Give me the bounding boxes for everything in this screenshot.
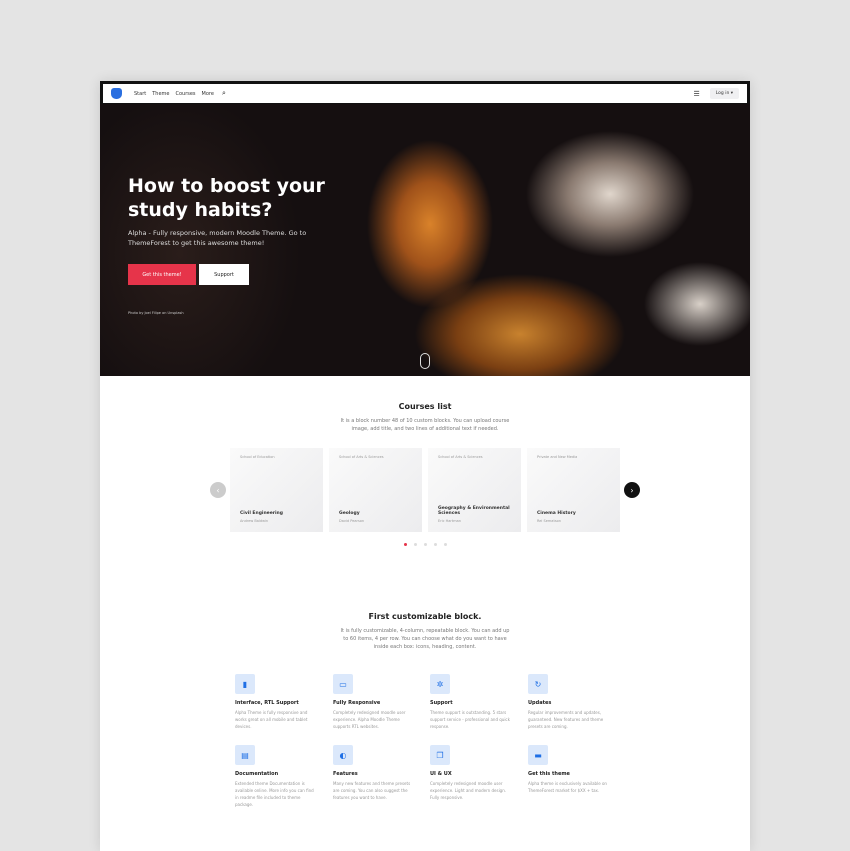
course-category: Private and New Media — [537, 455, 578, 459]
course-card[interactable]: School of Arts & Sciences Geography & Env… — [428, 448, 521, 532]
feature-item: ↻ Updates Regular improvements and updates… — [528, 674, 608, 730]
course-title[interactable]: Civil Engineering — [240, 511, 315, 516]
support-button[interactable]: Support — [199, 264, 249, 285]
feature-title: Documentation — [235, 771, 279, 777]
mobile-icon: ▮ — [235, 674, 255, 694]
feature-item: ▭ Fully Responsive Completely redesigned m… — [333, 674, 413, 730]
feature-text: Many new features and theme presets are … — [333, 781, 411, 800]
hero-subtitle: Alpha - Fully responsive, modern Moodle … — [128, 229, 307, 247]
get-theme-button[interactable]: Get this theme! — [128, 264, 196, 285]
course-title[interactable]: Geology — [339, 511, 414, 516]
feature-title: Get this theme — [528, 771, 570, 777]
feature-item: ✲ Support Theme support is outstanding. 5 … — [430, 674, 510, 730]
pagination-dot[interactable] — [414, 543, 417, 546]
feature-text: Completely redesigned moodle user experi… — [430, 781, 507, 800]
feature-title: Fully Responsive — [333, 700, 381, 706]
course-card[interactable]: School of Arts & Sciences Geology David Pe… — [329, 448, 422, 532]
feature-text: Regular improvements and updates, guaran… — [528, 710, 604, 729]
feature-item: ▮ Interface, RTL Support Alpha Theme is fu… — [235, 674, 315, 730]
course-card[interactable]: Private and New Media Cinema History Rei S… — [527, 448, 620, 532]
scroll-indicator-icon[interactable] — [420, 353, 430, 369]
layers-icon: ❐ — [430, 745, 450, 765]
nav-start[interactable]: Start — [134, 91, 146, 97]
nav-more[interactable]: More — [202, 91, 214, 97]
browser-frame: Start Theme Courses More ⌕ ☰ Log in ▾ Ho… — [100, 81, 750, 851]
course-author: Andrew Baldwin — [240, 519, 269, 523]
feature-text: Alpha Theme is fully responsive and work… — [235, 710, 308, 729]
pagination-dot[interactable] — [434, 543, 437, 546]
course-category: School of Education — [240, 455, 275, 459]
list-icon[interactable]: ☰ — [693, 90, 699, 98]
pagination-dot[interactable] — [404, 543, 407, 546]
feature-text: Completely redesigned moodle user experi… — [333, 710, 406, 729]
course-author: Eric Hartman — [438, 519, 462, 523]
logo-icon[interactable] — [111, 88, 122, 99]
nav-theme[interactable]: Theme — [152, 91, 169, 97]
block-title: First customizable block. — [368, 612, 482, 621]
shield-icon: ◐ — [333, 745, 353, 765]
pagination-dot[interactable] — [424, 543, 427, 546]
feature-title: Interface, RTL Support — [235, 700, 299, 706]
course-card[interactable]: School of Education Civil Engineering Andr… — [230, 448, 323, 532]
feature-title: Features — [333, 771, 358, 777]
feature-text: Theme support is outstanding. 5 stars su… — [430, 710, 510, 729]
course-title[interactable]: Cinema History — [537, 511, 612, 516]
navbar: Start Theme Courses More ⌕ ☰ Log in ▾ — [100, 81, 750, 104]
store-icon: ▬ — [528, 745, 548, 765]
updates-icon: ↻ — [528, 674, 548, 694]
feature-item: ◐ Features Many new features and theme pre… — [333, 745, 413, 801]
login-button[interactable]: Log in ▾ — [709, 88, 739, 99]
course-author: David Pearson — [339, 519, 365, 523]
feature-title: Updates — [528, 700, 552, 706]
photo-credit[interactable]: Photo by Joel Filipe on Unsplash — [128, 311, 184, 315]
feature-text: Extended theme Documentation is availabl… — [235, 781, 314, 807]
documentation-icon: ▤ — [235, 745, 255, 765]
course-category: School of Arts & Sciences — [438, 455, 483, 459]
pagination-dot[interactable] — [444, 543, 447, 546]
feature-item: ▬ Get this theme Alpha theme is exclusivel… — [528, 745, 608, 794]
feature-title: UI & UX — [430, 771, 452, 777]
hero-title: How to boost your study habits? — [128, 175, 325, 221]
course-author: Rei Sematson — [537, 519, 561, 523]
carousel-prev-button[interactable]: ‹ — [210, 482, 226, 498]
course-title[interactable]: Geography & Environmental Sciences — [438, 506, 513, 516]
carousel-next-button[interactable]: › — [624, 482, 640, 498]
hero-banner: How to boost your study habits? Alpha - … — [100, 104, 750, 376]
courses-title: Courses list — [398, 402, 452, 411]
support-icon: ✲ — [430, 674, 450, 694]
course-category: School of Arts & Sciences — [339, 455, 384, 459]
feature-item: ❐ UI & UX Completely redesigned moodle use… — [430, 745, 510, 801]
feature-item: ▤ Documentation Extended theme Documentati… — [235, 745, 315, 808]
courses-description: It is a block number 48 of 10 custom blo… — [340, 418, 510, 432]
carousel-pagination — [404, 543, 447, 546]
search-icon[interactable]: ⌕ — [222, 89, 226, 98]
responsive-icon: ▭ — [333, 674, 353, 694]
feature-title: Support — [430, 700, 453, 706]
block-description: It is fully customizable, 4-column, repe… — [340, 628, 510, 650]
feature-text: Alpha theme is exclusively available on … — [528, 781, 607, 793]
nav-courses[interactable]: Courses — [175, 91, 195, 97]
